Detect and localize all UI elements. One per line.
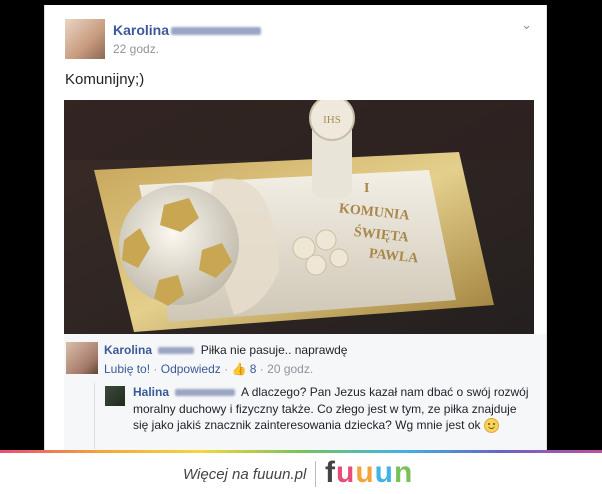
post-card: Karolina 22 godz. ⌄ Komunijny;) IHS I KO… xyxy=(44,5,547,450)
reply-comment: Halina A dlaczego? Pan Jezus kazał nam d… xyxy=(133,384,529,434)
post-text: Komunijny;) xyxy=(65,71,145,88)
post-timestamp[interactable]: 22 godz. xyxy=(113,42,159,56)
comment: Karolina Piłka nie pasuje.. naprawdę xyxy=(104,343,534,357)
svg-text:I: I xyxy=(364,181,369,196)
comment-author[interactable]: Karolina xyxy=(104,343,152,357)
chevron-down-icon[interactable]: ⌄ xyxy=(521,17,532,33)
thumbs-up-icon[interactable]: 👍 xyxy=(231,362,246,376)
reply-avatar[interactable] xyxy=(105,386,125,406)
blurred-surname xyxy=(158,347,195,355)
author-name[interactable]: Karolina xyxy=(113,22,262,38)
comments-section: Karolina Piłka nie pasuje.. naprawdę Lub… xyxy=(64,334,546,450)
footer-divider xyxy=(315,461,316,487)
reply-link[interactable]: Odpowiedz xyxy=(161,362,221,376)
blurred-surname xyxy=(175,389,236,397)
post-photo[interactable]: IHS I KOMUNIA ŚWIĘTA PAWLA xyxy=(64,100,534,334)
comment-avatar[interactable] xyxy=(66,342,98,374)
blurred-surname xyxy=(171,27,262,36)
smiley-emoji-icon xyxy=(483,418,499,434)
comment-timestamp[interactable]: 20 godz. xyxy=(267,362,313,376)
comment-text: Piłka nie pasuje.. naprawdę xyxy=(200,343,348,357)
footer-text: Więcej na fuuun.pl xyxy=(183,466,307,483)
reply-thread: Halina A dlaczego? Pan Jezus kazał nam d… xyxy=(94,383,535,449)
fuuun-logo: fuuun xyxy=(325,456,414,489)
like-link[interactable]: Lubię to! xyxy=(104,362,150,376)
host-text: IHS xyxy=(323,114,341,126)
watermark-footer: Więcej na fuuun.pl fuuun xyxy=(0,453,602,494)
comment-actions: Lubię to! · Odpowiedz · 👍 8 · 20 godz. xyxy=(104,362,314,376)
author-avatar[interactable] xyxy=(65,19,105,59)
like-count[interactable]: 8 xyxy=(250,362,257,376)
reply-author[interactable]: Halina xyxy=(133,385,169,399)
